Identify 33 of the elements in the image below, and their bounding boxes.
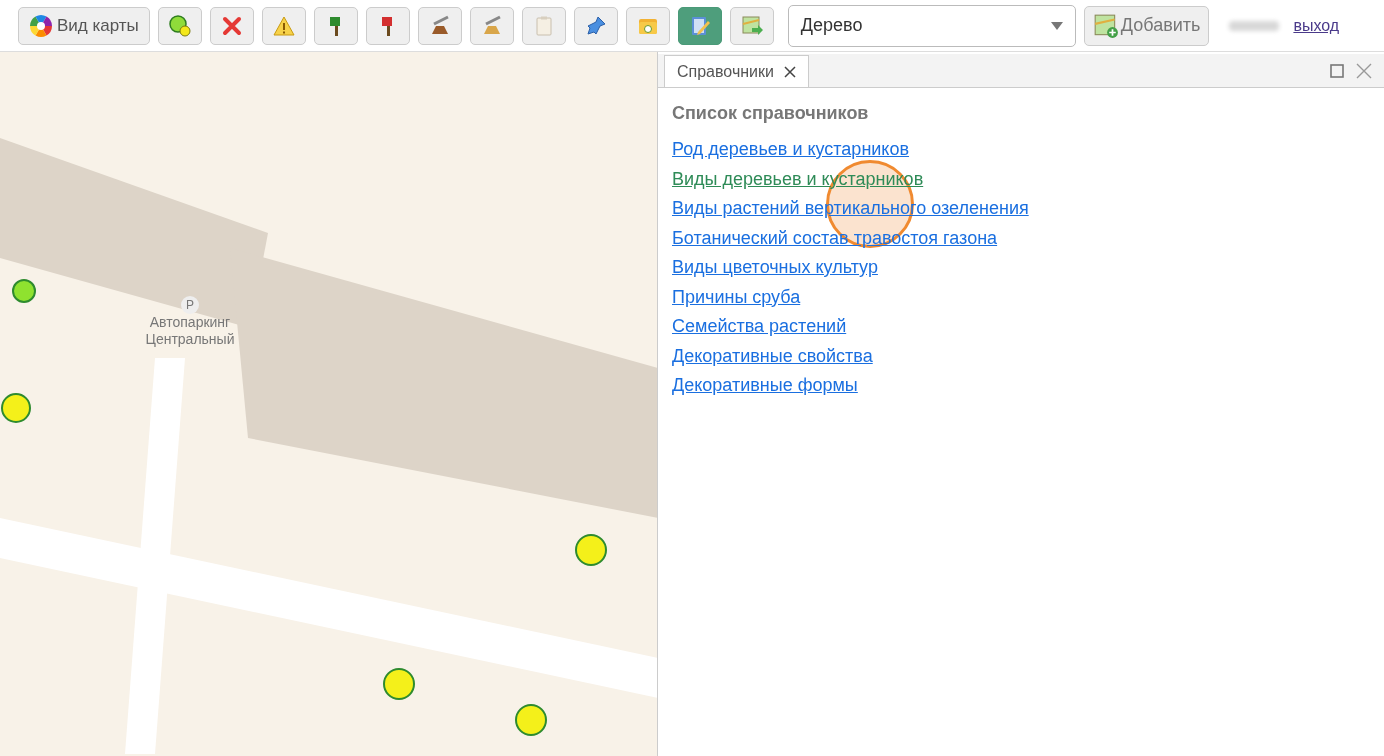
close-icon[interactable] <box>783 65 796 78</box>
directory-link[interactable]: Семейства растений <box>672 312 847 342</box>
color-wheel-icon <box>29 13 53 38</box>
directory-link[interactable]: Виды цветочных культур <box>672 253 878 283</box>
user-name-blur <box>1229 20 1280 31</box>
tab-label: Справочники <box>677 61 774 82</box>
map-view-button[interactable]: Вид карты <box>18 6 150 45</box>
tool-button[interactable] <box>209 6 254 45</box>
maximize-icon[interactable] <box>1330 64 1344 78</box>
directory-link[interactable]: Декоративные формы <box>672 371 858 401</box>
tool-button[interactable] <box>365 6 410 45</box>
tool-button[interactable] <box>469 6 514 45</box>
layer-select[interactable]: Дерево <box>787 4 1076 47</box>
map-add-icon <box>1092 12 1119 39</box>
dropdown-caret-icon <box>1050 21 1063 30</box>
logout-link[interactable]: выход <box>1293 13 1340 38</box>
map-label: Автопаркинг Центральный <box>144 314 236 348</box>
tool-button[interactable] <box>261 6 306 45</box>
tool-button[interactable] <box>313 6 358 45</box>
map-arrow-icon <box>739 13 764 38</box>
select-value: Дерево <box>800 14 863 37</box>
tool-button[interactable] <box>573 6 618 45</box>
directory-link[interactable]: Род деревьев и кустарников <box>672 135 910 165</box>
directory-link[interactable]: Причины сруба <box>672 282 801 312</box>
panel-tab[interactable]: Справочники <box>664 55 809 87</box>
tool-button[interactable] <box>157 6 202 45</box>
tool-button[interactable] <box>729 6 774 45</box>
add-button[interactable]: Добавить <box>1083 5 1210 46</box>
circle-add-icon <box>167 13 192 38</box>
list-heading: Список справочников <box>672 102 870 125</box>
tool-button[interactable] <box>677 6 722 45</box>
directory-link[interactable]: Декоративные свойства <box>672 341 873 371</box>
tool-button[interactable] <box>417 6 462 45</box>
